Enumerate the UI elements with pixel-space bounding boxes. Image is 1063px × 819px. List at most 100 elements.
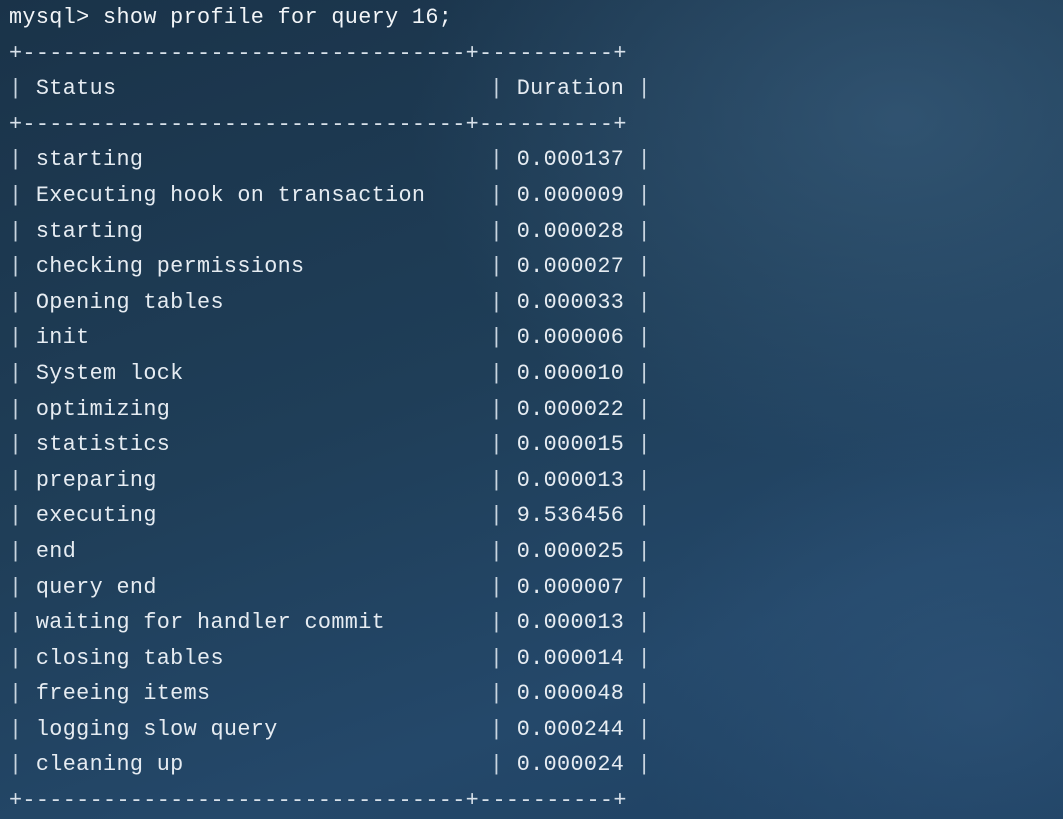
column-separator: |	[624, 360, 652, 386]
column-separator: |	[9, 432, 36, 458]
duration-cell: 0.000025	[516, 538, 625, 564]
column-separator: |	[9, 254, 36, 280]
column-separator: |	[489, 681, 517, 707]
column-separator: |	[624, 538, 652, 564]
column-separator: |	[489, 218, 517, 244]
status-cell: query end	[35, 574, 157, 600]
duration-cell: 0.000014	[516, 645, 625, 671]
column-separator: |	[624, 503, 652, 529]
column-separator: |	[489, 752, 517, 778]
column-separator: |	[9, 289, 36, 315]
table-border-mid: +---------------------------------+-----…	[9, 111, 627, 137]
status-cell: statistics	[35, 432, 171, 458]
status-cell: cleaning up	[35, 752, 184, 778]
column-separator: |	[9, 325, 36, 351]
status-cell: logging slow query	[35, 716, 278, 742]
column-separator: |	[9, 574, 36, 600]
column-separator: |	[489, 716, 517, 742]
status-cell: System lock	[35, 360, 184, 386]
header-status: Status	[35, 76, 117, 102]
column-separator: |	[489, 360, 517, 386]
table-border-bottom: +---------------------------------+-----…	[9, 788, 627, 814]
table-border-top: +---------------------------------+-----…	[9, 40, 627, 66]
column-separator: |	[9, 182, 36, 208]
status-cell: optimizing	[35, 396, 171, 422]
duration-cell: 0.000010	[516, 360, 625, 386]
column-separator: |	[489, 76, 517, 102]
duration-cell: 0.000013	[516, 610, 625, 636]
column-separator: |	[489, 182, 517, 208]
column-separator: |	[9, 752, 36, 778]
duration-cell: 0.000024	[516, 752, 625, 778]
table-row: | starting | 0.000137 |	[9, 142, 1049, 178]
table-row: | Opening tables | 0.000033 |	[9, 285, 1049, 321]
table-row: | logging slow query | 0.000244 |	[9, 712, 1049, 748]
column-separator: |	[489, 467, 517, 493]
column-separator: |	[9, 396, 36, 422]
command-text: show profile for query 16;	[103, 5, 453, 30]
column-separator: |	[624, 76, 652, 102]
status-cell: starting	[35, 147, 144, 173]
table-row: | executing | 9.536456 |	[9, 498, 1049, 534]
column-separator: |	[624, 645, 652, 671]
status-cell: freeing items	[35, 681, 211, 707]
status-cell: waiting for handler commit	[35, 610, 386, 636]
table-row: | optimizing | 0.000022 |	[9, 392, 1049, 428]
column-separator: |	[624, 716, 652, 742]
duration-cell: 0.000028	[516, 218, 625, 244]
status-cell: closing tables	[35, 645, 224, 671]
duration-cell: 0.000013	[516, 467, 625, 493]
column-separator: |	[624, 325, 652, 351]
column-separator: |	[9, 467, 36, 493]
table-row: | checking permissions | 0.000027 |	[9, 249, 1049, 285]
status-cell: starting	[35, 218, 144, 244]
column-separator: |	[624, 396, 652, 422]
column-separator: |	[624, 182, 652, 208]
table-row: | freeing items | 0.000048 |	[9, 676, 1049, 712]
column-separator: |	[9, 360, 36, 386]
column-separator: |	[9, 645, 36, 671]
column-separator: |	[624, 289, 652, 315]
table-row: | cleaning up | 0.000024 |	[9, 747, 1049, 783]
column-separator: |	[624, 610, 652, 636]
duration-cell: 0.000048	[516, 681, 625, 707]
column-separator: |	[489, 147, 517, 173]
table-header-row: | Status | Duration |	[9, 71, 1049, 107]
status-cell: Executing hook on transaction	[35, 182, 426, 208]
duration-cell: 0.000244	[516, 716, 625, 742]
status-cell: init	[35, 325, 90, 351]
column-separator: |	[9, 538, 36, 564]
header-duration: Duration	[516, 76, 625, 102]
column-separator: |	[9, 610, 36, 636]
column-separator: |	[489, 574, 517, 600]
status-cell: preparing	[35, 467, 157, 493]
table-row: | end | 0.000025 |	[9, 534, 1049, 570]
status-cell: executing	[35, 503, 157, 529]
column-separator: |	[489, 325, 517, 351]
column-separator: |	[9, 218, 36, 244]
column-separator: |	[489, 610, 517, 636]
column-separator: |	[9, 716, 36, 742]
duration-cell: 0.000137	[516, 147, 625, 173]
column-separator: |	[624, 254, 652, 280]
column-separator: |	[489, 254, 517, 280]
column-separator: |	[489, 503, 517, 529]
duration-cell: 0.000009	[516, 182, 625, 208]
mysql-prompt: mysql>	[9, 5, 90, 30]
duration-cell: 9.536456	[516, 503, 625, 529]
table-row: | init | 0.000006 |	[9, 320, 1049, 356]
table-row: | query end | 0.000007 |	[9, 570, 1049, 606]
column-separator: |	[9, 503, 36, 529]
table-row: | closing tables | 0.000014 |	[9, 641, 1049, 677]
table-row: | statistics | 0.000015 |	[9, 427, 1049, 463]
table-row: | waiting for handler commit | 0.000013 |	[9, 605, 1049, 641]
column-separator: |	[624, 574, 652, 600]
column-separator: |	[624, 681, 652, 707]
duration-cell: 0.000027	[516, 254, 625, 280]
column-separator: |	[624, 752, 652, 778]
terminal-window[interactable]: mysql> show profile for query 16; +-----…	[9, 0, 1049, 819]
table-row: | System lock | 0.000010 |	[9, 356, 1049, 392]
column-separator: |	[9, 681, 36, 707]
column-separator: |	[624, 218, 652, 244]
column-separator: |	[9, 76, 36, 102]
